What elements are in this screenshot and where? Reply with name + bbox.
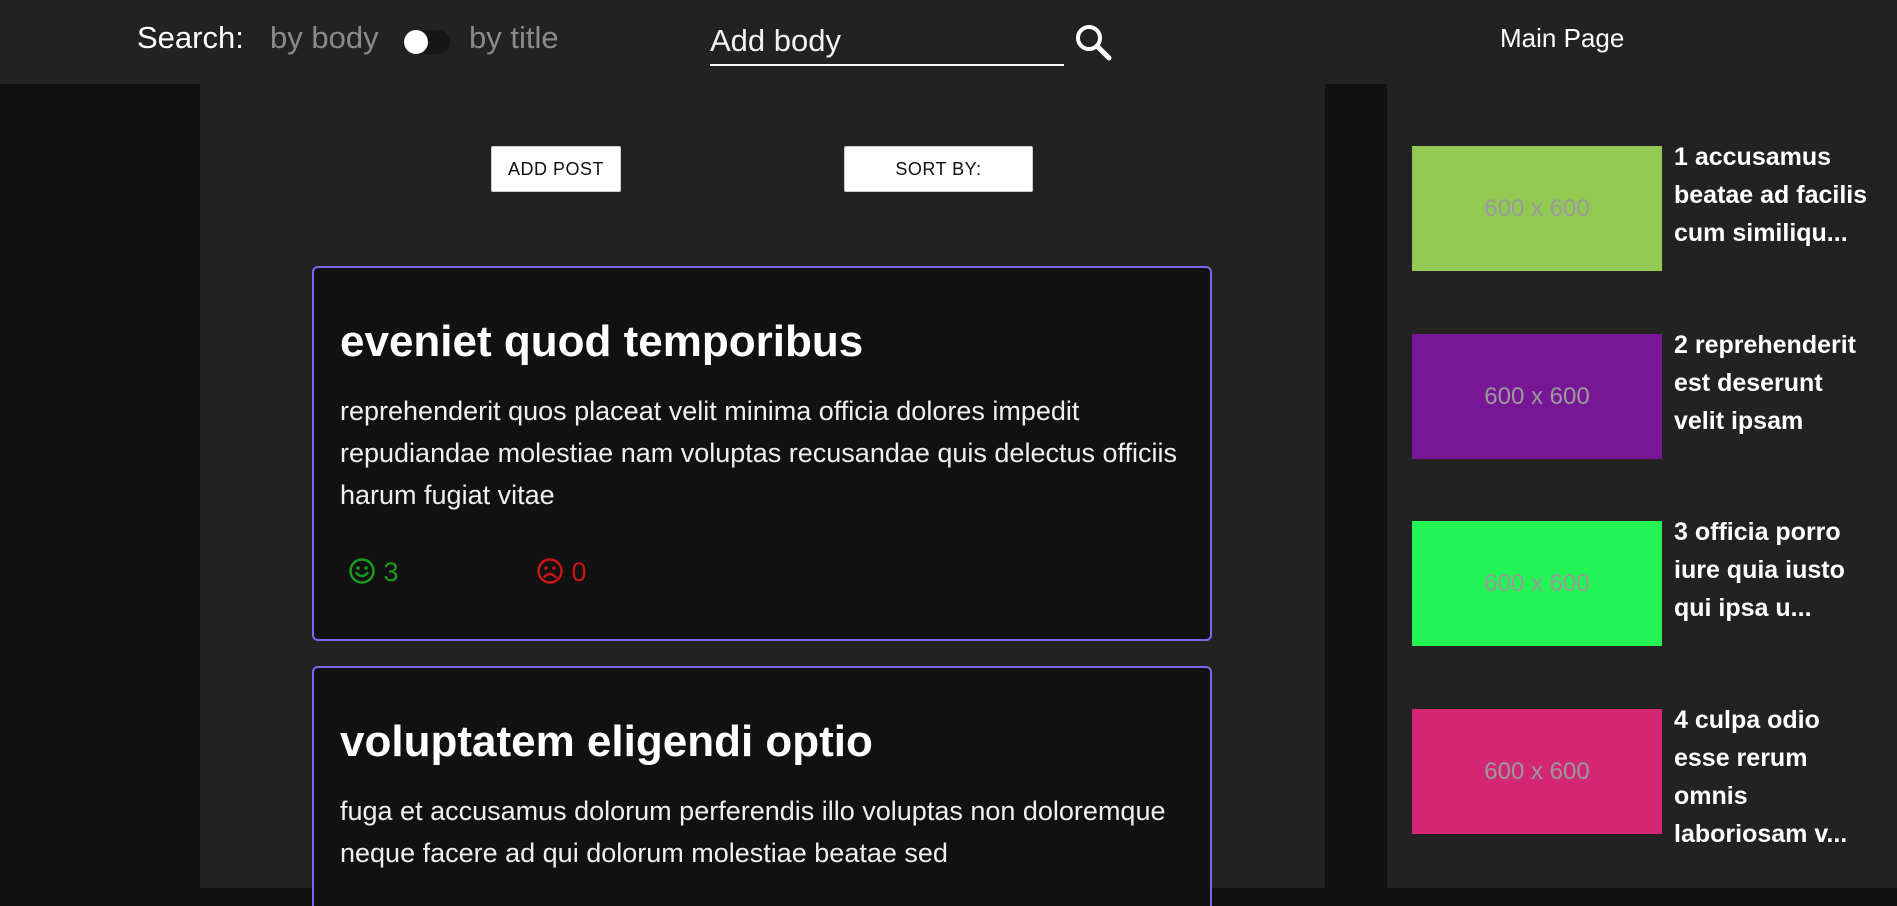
thumbnail-text: 600 x 600 (1484, 382, 1590, 410)
sidebar-item-title: 4 culpa odio esse rerum omnis laboriosam… (1674, 706, 1848, 848)
like-count: 3 (383, 557, 399, 587)
top-header: Search: by body by title Main Page (0, 0, 1897, 84)
search-input[interactable] (710, 18, 1064, 66)
main-page-link[interactable]: Main Page (1500, 20, 1624, 56)
post-body: reprehenderit quos placeat velit minima … (340, 396, 1178, 510)
photo-thumbnail: 600 x 600 (1412, 334, 1662, 459)
post-card: voluptatem eligendi optio fuga et accusa… (312, 666, 1212, 906)
smile-icon (349, 558, 375, 584)
thumbnail-text: 600 x 600 (1484, 569, 1590, 597)
search-button[interactable] (1073, 22, 1115, 64)
photo-thumbnail: 600 x 600 (1412, 146, 1662, 271)
thumbnail-text: 600 x 600 (1484, 194, 1590, 222)
dislike-button[interactable]: 0 (536, 556, 587, 588)
post-reactions: 3 0 (340, 556, 1184, 596)
frown-icon (537, 558, 563, 584)
sidebar-item-title: 2 reprehenderit est deserunt velit ipsam (1674, 331, 1857, 435)
add-post-button[interactable]: ADD POST (491, 146, 621, 192)
search-mode-toggle[interactable] (403, 30, 450, 54)
dislike-count: 0 (571, 557, 587, 587)
toggle-knob (404, 30, 428, 54)
photo-thumbnail: 600 x 600 (1412, 709, 1662, 834)
search-mode-body[interactable]: by body (270, 18, 379, 58)
like-button[interactable]: 3 (348, 556, 399, 588)
photo-thumbnail: 600 x 600 (1412, 521, 1662, 646)
post-title: eveniet quod temporibus (340, 317, 864, 366)
post-body: fuga et accusamus dolorum perferendis il… (340, 796, 1166, 868)
search-label: Search: (137, 20, 244, 55)
sort-by-select[interactable]: SORT BY: (844, 146, 1033, 192)
search-mode-title[interactable]: by title (469, 18, 559, 58)
sidebar-item-title: 1 accusamus beatae ad facilis cum simili… (1674, 143, 1868, 247)
post-card: eveniet quod temporibus reprehenderit qu… (312, 266, 1212, 641)
search-icon (1076, 25, 1112, 61)
post-title: voluptatem eligendi optio (340, 717, 873, 766)
thumbnail-text: 600 x 600 (1484, 757, 1590, 785)
sidebar-item-title: 3 officia porro iure quia iusto qui ipsa… (1674, 518, 1845, 622)
